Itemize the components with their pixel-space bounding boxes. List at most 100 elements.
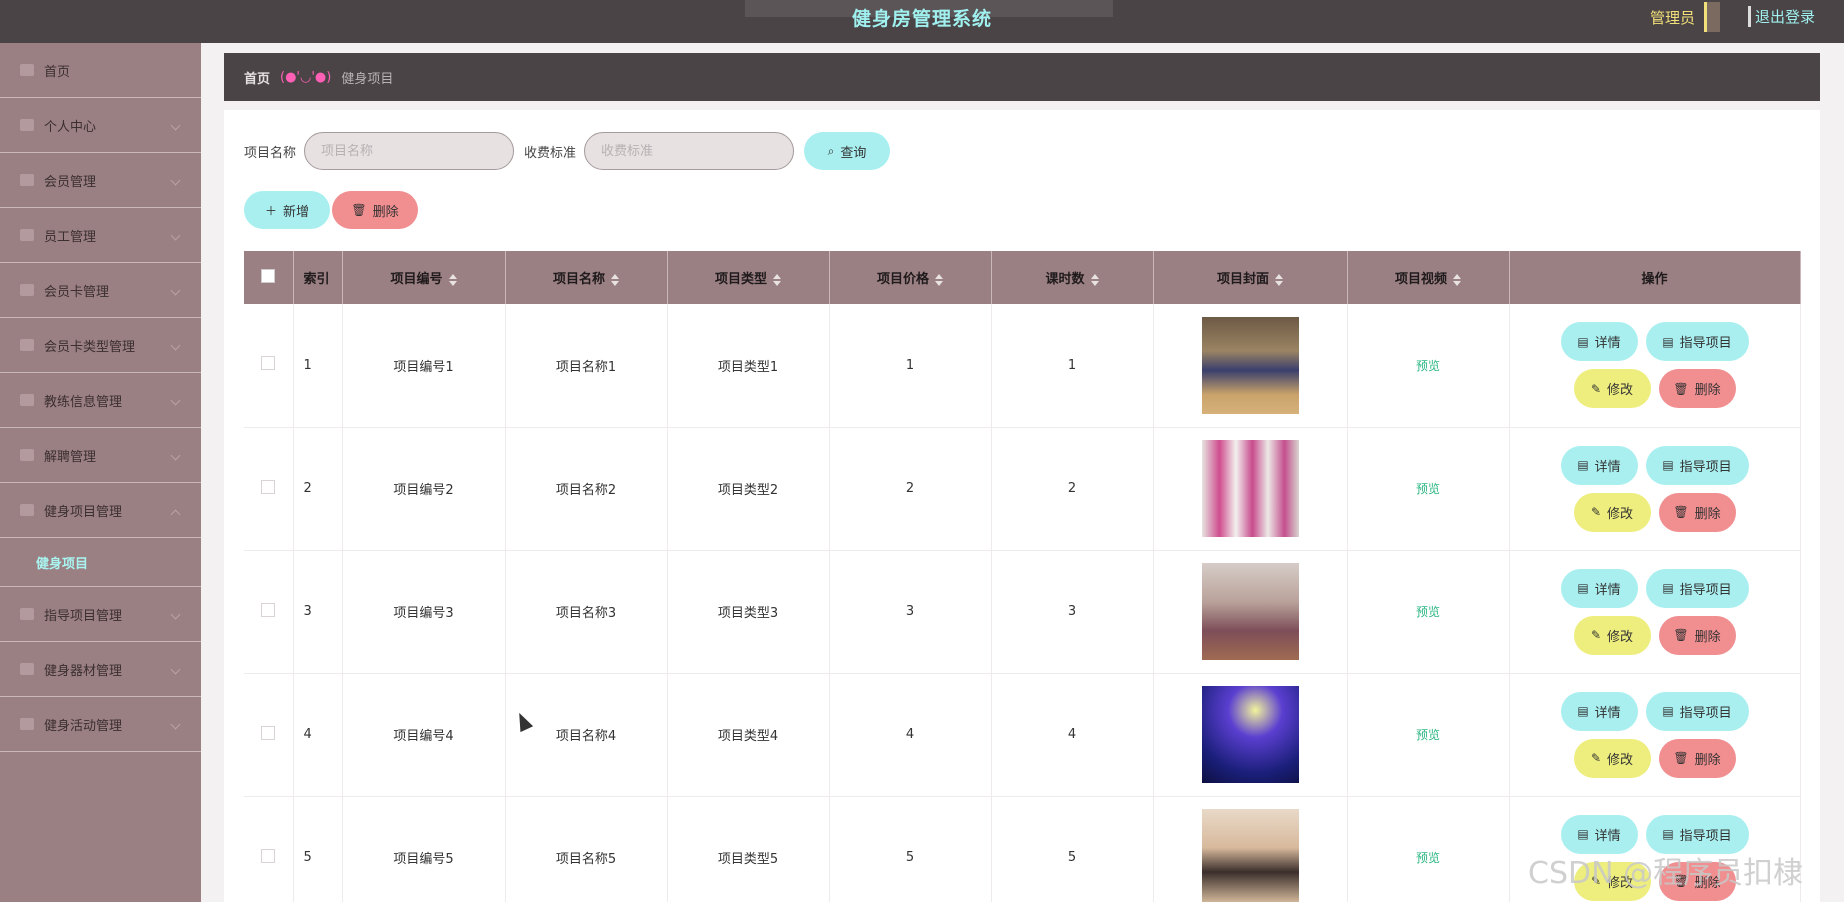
edit-button[interactable]: ✎ 修改: [1573, 738, 1651, 778]
detail-button[interactable]: ▤ 详情: [1560, 322, 1638, 362]
sidebar-item-fitness-project[interactable]: 健身项目管理: [0, 483, 201, 538]
cover-cell: [1153, 673, 1348, 797]
index-cell: 5: [293, 796, 343, 902]
guide-project-button[interactable]: ▤ 指导项目: [1645, 445, 1749, 485]
trash-icon: 🗑: [1673, 751, 1689, 765]
cover-image[interactable]: [1201, 686, 1299, 783]
row-checkbox[interactable]: [261, 725, 276, 740]
preview-link[interactable]: 预览: [1416, 482, 1440, 496]
preview-link[interactable]: 预览: [1416, 605, 1440, 619]
sidebar-item-member[interactable]: 会员管理: [0, 153, 201, 208]
document-icon: ▤: [1577, 827, 1589, 841]
price-cell: 5: [829, 796, 992, 902]
guide-project-button[interactable]: ▤ 指导项目: [1645, 322, 1749, 362]
document-icon: ▤: [1577, 334, 1589, 349]
edit-icon: ✎: [1590, 505, 1602, 519]
cover-image[interactable]: [1201, 563, 1299, 660]
detail-button[interactable]: ▤ 详情: [1560, 691, 1638, 731]
index-cell: 1: [293, 304, 343, 428]
cover-image[interactable]: [1201, 809, 1299, 902]
sort-icon[interactable]: [1453, 273, 1461, 286]
sidebar-item-label: 健身活动管理: [44, 718, 123, 734]
chevron-down-icon: [170, 395, 181, 406]
column-header-ops: 操作: [1509, 251, 1801, 304]
code-cell: 项目编号4: [342, 673, 506, 797]
sort-icon[interactable]: [1090, 273, 1099, 286]
type-cell: 项目类型4: [667, 673, 830, 797]
column-header-price[interactable]: 项目价格: [829, 251, 992, 304]
guide-project-button[interactable]: ▤ 指导项目: [1645, 568, 1749, 608]
column-header-code[interactable]: 项目编号: [342, 251, 506, 304]
select-all-checkbox[interactable]: [261, 268, 276, 283]
sort-icon[interactable]: [773, 273, 781, 286]
cover-image[interactable]: [1201, 440, 1299, 537]
preview-link[interactable]: 预览: [1416, 728, 1440, 742]
preview-link[interactable]: 预览: [1416, 851, 1440, 865]
lessons-cell: 5: [991, 796, 1154, 902]
sidebar-item-card-type[interactable]: 会员卡类型管理: [0, 318, 201, 373]
admin-label[interactable]: 管理员: [1650, 7, 1695, 28]
sort-icon[interactable]: [448, 273, 457, 286]
sidebar-item-home[interactable]: 首页: [0, 43, 201, 98]
select-all-cell: [244, 251, 294, 304]
code-cell: 项目编号2: [342, 427, 506, 551]
column-header-video[interactable]: 项目视频: [1347, 251, 1510, 304]
sidebar-item-equipment[interactable]: 健身器材管理: [0, 642, 201, 697]
column-header-name[interactable]: 项目名称: [505, 251, 668, 304]
guide-project-button[interactable]: ▤ 指导项目: [1645, 691, 1749, 731]
document-icon: ▤: [1662, 827, 1674, 841]
column-header-cover[interactable]: 项目封面: [1153, 251, 1348, 304]
avatar[interactable]: [1704, 2, 1720, 32]
logout-button[interactable]: 退出登录: [1748, 6, 1815, 27]
project-name-input[interactable]: [304, 132, 515, 170]
add-button[interactable]: ＋ 新增: [244, 191, 330, 229]
delete-button-label: 删除: [1694, 383, 1721, 399]
sidebar-item-dismissal[interactable]: 解聘管理: [0, 428, 201, 483]
clock-icon: [20, 394, 34, 406]
trash-icon: 🗑: [1673, 628, 1689, 642]
chevron-down-icon: [170, 609, 181, 620]
delete-button-label: 删除: [1694, 506, 1721, 522]
edit-button[interactable]: ✎ 修改: [1573, 615, 1651, 655]
sort-icon[interactable]: [935, 273, 943, 286]
sidebar-item-staff[interactable]: 员工管理: [0, 208, 201, 263]
row-checkbox[interactable]: [261, 479, 276, 494]
sidebar-item-activity[interactable]: 健身活动管理: [0, 697, 201, 752]
edit-button-label: 修改: [1607, 629, 1634, 645]
fee-input[interactable]: [584, 132, 795, 170]
sort-icon[interactable]: [611, 273, 619, 286]
document-icon: ▤: [1577, 704, 1589, 718]
sidebar-item-guide-project[interactable]: 指导项目管理: [0, 587, 201, 642]
trash-icon: 🗑: [351, 203, 367, 217]
detail-button[interactable]: ▤ 详情: [1560, 445, 1638, 485]
video-cell: 预览: [1347, 304, 1510, 428]
column-header-type[interactable]: 项目类型: [667, 251, 830, 304]
batch-delete-button[interactable]: 🗑 删除: [332, 191, 418, 229]
sidebar-subitem-fitness-project[interactable]: 健身项目: [0, 538, 201, 587]
column-header-lessons[interactable]: 课时数: [991, 251, 1154, 304]
row-select-cell: [244, 304, 294, 428]
sidebar-item-coach[interactable]: 教练信息管理: [0, 373, 201, 428]
sort-icon[interactable]: [1275, 273, 1283, 286]
row-checkbox[interactable]: [261, 848, 276, 863]
ops-cell: ▤ 详情 ▤ 指导项目 ✎ 修改 🗑 删除: [1509, 304, 1801, 428]
row-checkbox[interactable]: [261, 602, 276, 617]
row-checkbox[interactable]: [261, 356, 276, 371]
detail-button-label: 详情: [1594, 828, 1621, 844]
edit-button[interactable]: ✎ 修改: [1573, 369, 1651, 409]
sidebar-item-personal-center[interactable]: 个人中心: [0, 98, 201, 153]
edit-button[interactable]: ✎ 修改: [1573, 492, 1651, 532]
delete-button[interactable]: 🗑 删除: [1658, 369, 1736, 409]
detail-button[interactable]: ▤ 详情: [1560, 568, 1638, 608]
chevron-down-icon: [170, 285, 181, 296]
cover-image[interactable]: [1201, 316, 1299, 414]
query-button[interactable]: ⌕ 查询: [804, 132, 891, 170]
delete-button[interactable]: 🗑 删除: [1658, 615, 1736, 655]
delete-button[interactable]: 🗑 删除: [1658, 492, 1736, 532]
breadcrumb-home[interactable]: 首页: [244, 68, 270, 87]
preview-link[interactable]: 预览: [1416, 359, 1440, 373]
project-name-label: 项目名称: [244, 145, 297, 161]
sidebar-item-member-card[interactable]: 会员卡管理: [0, 263, 201, 318]
document-icon: ▤: [1662, 581, 1674, 595]
delete-button[interactable]: 🗑 删除: [1658, 738, 1736, 778]
